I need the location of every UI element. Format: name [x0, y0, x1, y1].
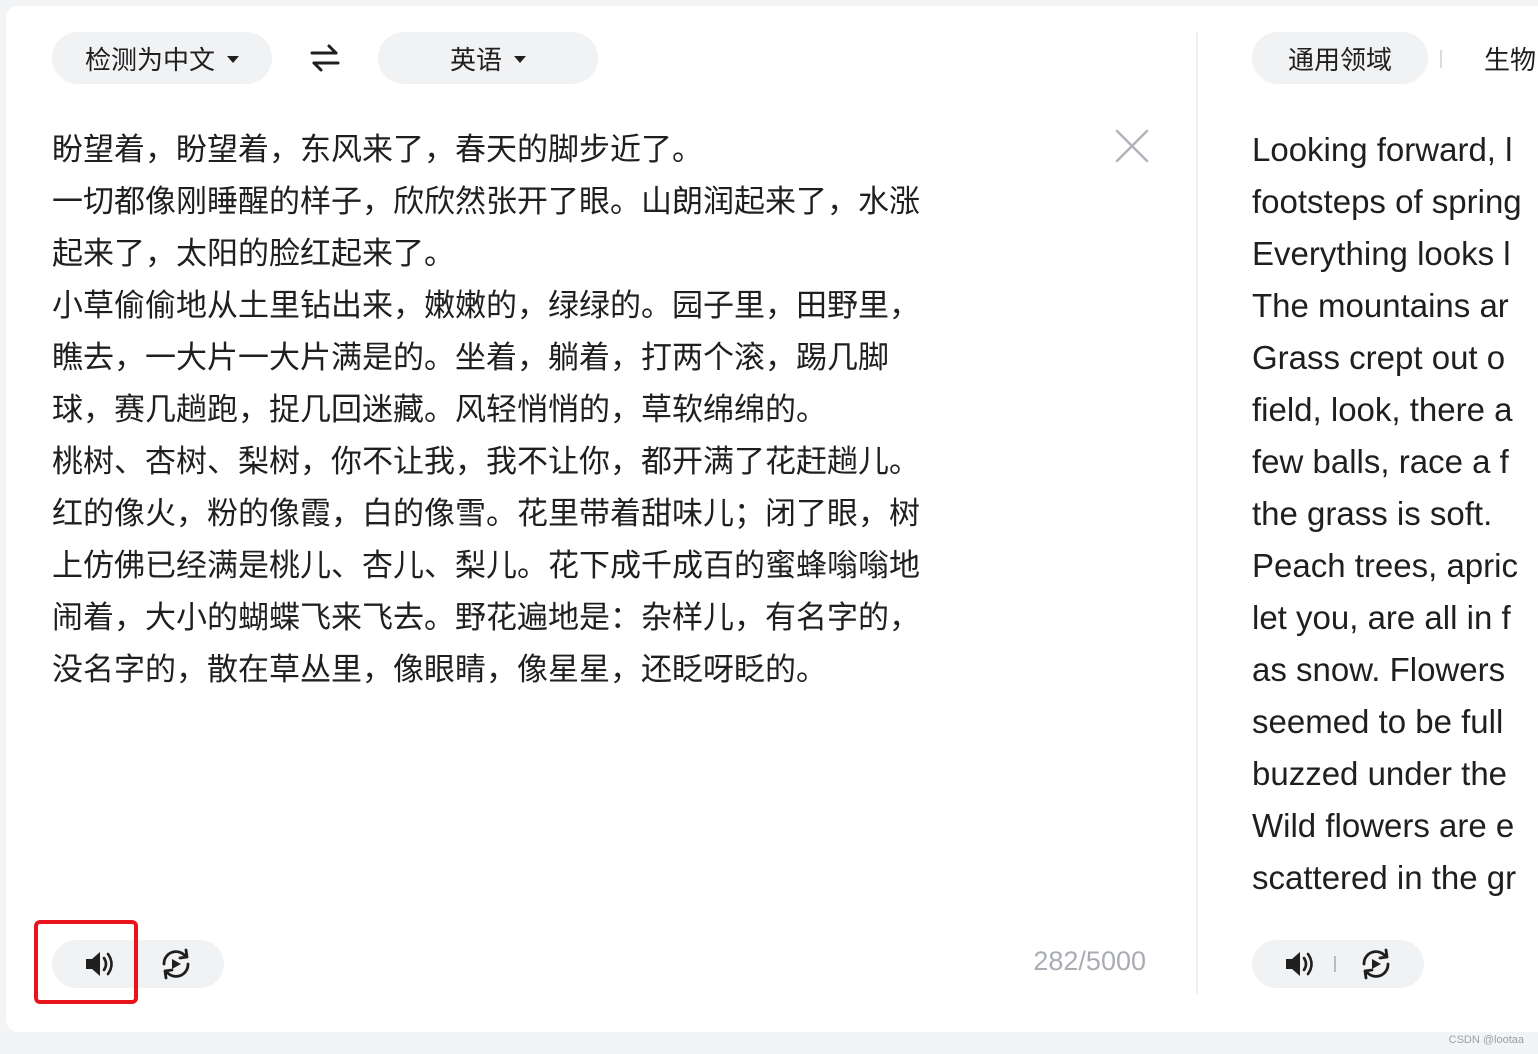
swap-languages-icon[interactable] [308, 43, 342, 73]
source-line: 球，赛几趟跑，捉几回迷藏。风轻悄悄的，草软绵绵的。 [52, 392, 827, 428]
translation-line: buzzed under the [1252, 755, 1508, 792]
domain-separator [1440, 50, 1442, 68]
source-line: 起来了，太阳的脸红起来了。 [52, 236, 455, 272]
translation-line: scattered in the gr [1252, 859, 1517, 896]
translation-line: Looking forward, l [1252, 131, 1513, 168]
translation-line: as snow. Flowers [1252, 651, 1506, 688]
source-line: 没名字的，散在草丛里，像眼睛，像星星，还眨呀眨的。 [52, 652, 827, 688]
translation-line: the grass is soft. [1252, 495, 1493, 532]
domain-general-label: 通用领域 [1287, 45, 1392, 76]
source-line: 红的像火，粉的像霞，白的像雪。花里带着甜味儿；闭了眼，树 [52, 496, 920, 532]
domain-general-button[interactable]: 通用领域 [1252, 32, 1428, 84]
source-line: 上仿佛已经满是桃儿、杏儿、梨儿。花下成千成百的蜜蜂嗡嗡地 [52, 548, 920, 584]
domain-bio-button[interactable]: 生物 [1484, 40, 1536, 77]
source-text-area[interactable]: 盼望着，盼望着，东风来了，春天的脚步近了。 一切都像刚睡醒的样子，欣欣然张开了眼… [52, 124, 1092, 696]
character-count: 282/5000 [1033, 946, 1146, 976]
translation-line: Wild flowers are e [1252, 807, 1515, 844]
source-line: 盼望着，盼望着，东风来了，春天的脚步近了。 [52, 132, 703, 168]
translation-line: seemed to be full [1252, 703, 1504, 740]
replay-icon[interactable] [156, 946, 196, 982]
translation-line: footsteps of spring [1252, 183, 1522, 220]
source-line: 闹着，大小的蝴蝶飞来飞去。野花遍地是：杂样儿，有名字的， [52, 600, 920, 636]
source-line: 桃树、杏树、梨树，你不让我，我不让你，都开满了花赶趟儿。 [52, 444, 920, 480]
chevron-down-icon [514, 55, 526, 63]
close-icon[interactable] [1114, 128, 1150, 164]
translation-line: let you, are all in f [1252, 599, 1511, 636]
translation-line: few balls, race a f [1252, 443, 1509, 480]
translation-line: Peach trees, apric [1252, 547, 1518, 584]
translation-line: field, look, there a [1252, 391, 1513, 428]
speaker-icon[interactable] [1272, 946, 1320, 982]
chevron-down-icon [227, 55, 239, 63]
panel-divider [1196, 32, 1198, 994]
source-line: 瞧去，一大片一大片满是的。坐着，躺着，打两个滚，踢几脚 [52, 340, 889, 376]
translation-line: Everything looks l [1252, 235, 1511, 272]
watermark: CSDN @lootaa [1448, 1034, 1524, 1046]
highlight-annotation-box [34, 920, 138, 1004]
source-language-label: 检测为中文 [84, 45, 215, 76]
source-language-dropdown[interactable]: 检测为中文 [52, 32, 272, 84]
target-language-label: 英语 [449, 45, 502, 76]
translation-line: Grass crept out o [1252, 339, 1506, 376]
translation-line: The mountains ar [1252, 287, 1509, 324]
source-line: 小草偷偷地从土里钻出来，嫩嫩的，绿绿的。园子里，田野里， [52, 288, 920, 324]
source-line: 一切都像刚睡醒的样子，欣欣然张开了眼。山朗润起来了，水涨 [52, 184, 920, 220]
replay-icon[interactable] [1356, 946, 1396, 982]
audio-controls-separator [1334, 956, 1336, 972]
target-language-dropdown[interactable]: 英语 [378, 32, 598, 84]
translation-output: Looking forward, l footsteps of spring E… [1252, 124, 1538, 904]
